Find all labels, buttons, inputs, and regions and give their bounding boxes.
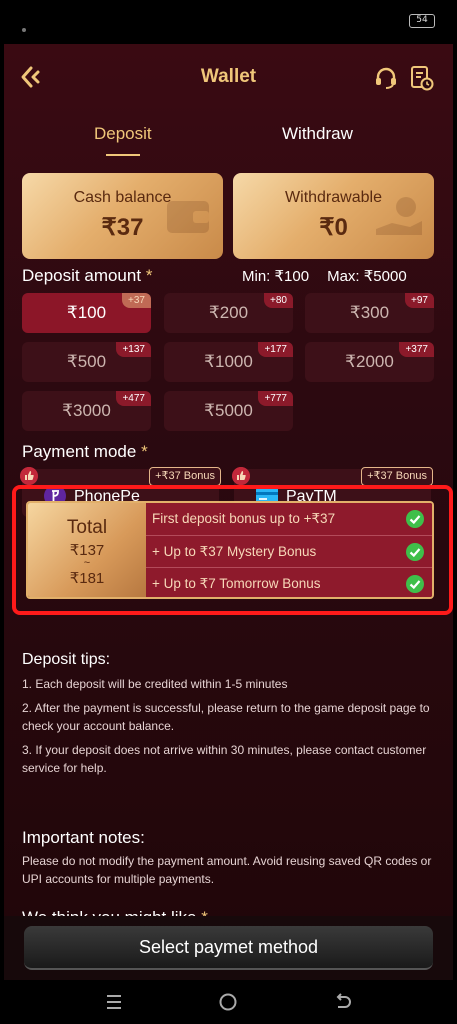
check-icon (406, 543, 424, 561)
amount-bonus-badge: +477 (116, 391, 151, 406)
bonus-total-to: ₹181 (69, 570, 105, 587)
back-icon[interactable] (330, 990, 354, 1014)
cash-balance-card: Cash balance ₹37 (22, 173, 223, 259)
amount-value: ₹300 (349, 303, 390, 322)
battery-icon: 54 (409, 14, 435, 28)
amount-value: ₹2000 (345, 352, 394, 371)
amount-option-5000[interactable]: ₹5000 +777 (164, 391, 293, 431)
bonus-total-label: Total (66, 517, 108, 538)
bonus-total-tilde: ~ (83, 557, 91, 569)
amount-option-300[interactable]: ₹300 +97 (305, 293, 434, 333)
amount-option-500[interactable]: ₹500 +137 (22, 342, 151, 382)
amount-bonus-badge: +97 (405, 293, 434, 308)
required-mark: * (141, 442, 148, 461)
system-nav-bar (0, 980, 457, 1024)
deposit-amount-label: Deposit amount * (22, 266, 152, 286)
amount-bonus-badge: +80 (264, 293, 293, 308)
bonus-list: First deposit bonus up to +₹37 + Up to ₹… (146, 503, 432, 597)
amount-bonus-badge: +777 (258, 391, 293, 406)
customer-service-icon[interactable] (374, 66, 398, 90)
deposit-limits: Min: ₹100 Max: ₹5000 (242, 267, 407, 285)
amount-option-3000[interactable]: ₹3000 +477 (22, 391, 151, 431)
payment-bonus-badge: +₹37 Bonus (149, 467, 221, 486)
deposit-tips-title: Deposit tips: (22, 651, 111, 668)
thumbs-up-icon (232, 467, 250, 485)
coin-hand-icon (376, 197, 422, 235)
amount-option-200[interactable]: ₹200 +80 (164, 293, 293, 333)
home-icon[interactable] (216, 990, 240, 1014)
max-amount: Max: ₹5000 (327, 268, 407, 285)
recent-apps-icon[interactable] (102, 990, 126, 1014)
deposit-tips: Deposit tips: 1. Each deposit will be cr… (22, 651, 442, 777)
amount-bonus-badge: +37 (122, 293, 151, 308)
bonus-row-text: + Up to ₹7 Tomorrow Bonus (152, 576, 321, 591)
amount-value: ₹500 (66, 352, 107, 371)
important-notes-body: Please do not modify the payment amount.… (22, 854, 432, 886)
header: Wallet (4, 44, 453, 110)
bonus-row-text: + Up to ₹37 Mystery Bonus (152, 544, 317, 559)
deposit-bonus-banner: Total ₹137 ~ ₹181 First deposit bonus up… (26, 501, 434, 599)
amount-value: ₹3000 (62, 401, 111, 420)
deposit-amount-text: Deposit amount (22, 266, 142, 285)
amount-bonus-badge: +137 (116, 342, 151, 357)
deposit-history-icon[interactable] (410, 65, 434, 91)
payment-mode-text: Payment mode (22, 442, 137, 461)
amount-bonus-badge: +177 (258, 342, 293, 357)
check-icon (406, 510, 424, 528)
amount-option-100[interactable]: ₹100 +37 (22, 293, 151, 333)
tip-item: 3. If your deposit does not arrive withi… (22, 743, 427, 775)
status-bar: 54 (0, 0, 457, 44)
status-dot (22, 28, 26, 32)
check-icon (406, 575, 424, 593)
payment-mode-label: Payment mode * (22, 442, 148, 462)
select-payment-method-button[interactable]: Select paymet method (24, 926, 433, 970)
bonus-row: First deposit bonus up to +₹37 (146, 503, 432, 535)
withdrawable-card: Withdrawable ₹0 (233, 173, 434, 259)
tab-bar: Deposit Withdraw (4, 110, 453, 156)
tab-deposit[interactable]: Deposit (94, 124, 152, 156)
amount-value: ₹200 (208, 303, 249, 322)
amount-option-2000[interactable]: ₹2000 +377 (305, 342, 434, 382)
important-notes-title: Important notes: (22, 828, 145, 847)
min-amount: Min: ₹100 (242, 268, 310, 285)
amount-value: ₹1000 (204, 352, 253, 371)
amount-value: ₹5000 (204, 401, 253, 420)
required-mark: * (145, 266, 153, 285)
tab-withdraw[interactable]: Withdraw (282, 124, 353, 144)
wallet-icon (167, 201, 209, 233)
amount-option-1000[interactable]: ₹1000 +177 (164, 342, 293, 382)
bottom-action-bar: Select paymet method (4, 916, 453, 980)
bonus-row: + Up to ₹7 Tomorrow Bonus (146, 567, 432, 597)
thumbs-up-icon (20, 467, 38, 485)
tip-item: 1. Each deposit will be credited within … (22, 677, 288, 691)
amount-bonus-badge: +377 (399, 342, 434, 357)
bonus-row-text: First deposit bonus up to +₹37 (152, 511, 336, 526)
bonus-total: Total ₹137 ~ ₹181 (28, 503, 146, 597)
bonus-row: + Up to ₹37 Mystery Bonus (146, 535, 432, 567)
payment-bonus-badge: +₹37 Bonus (361, 467, 433, 486)
tip-item: 2. After the payment is successful, plea… (22, 701, 430, 733)
amount-value: ₹100 (66, 303, 107, 322)
